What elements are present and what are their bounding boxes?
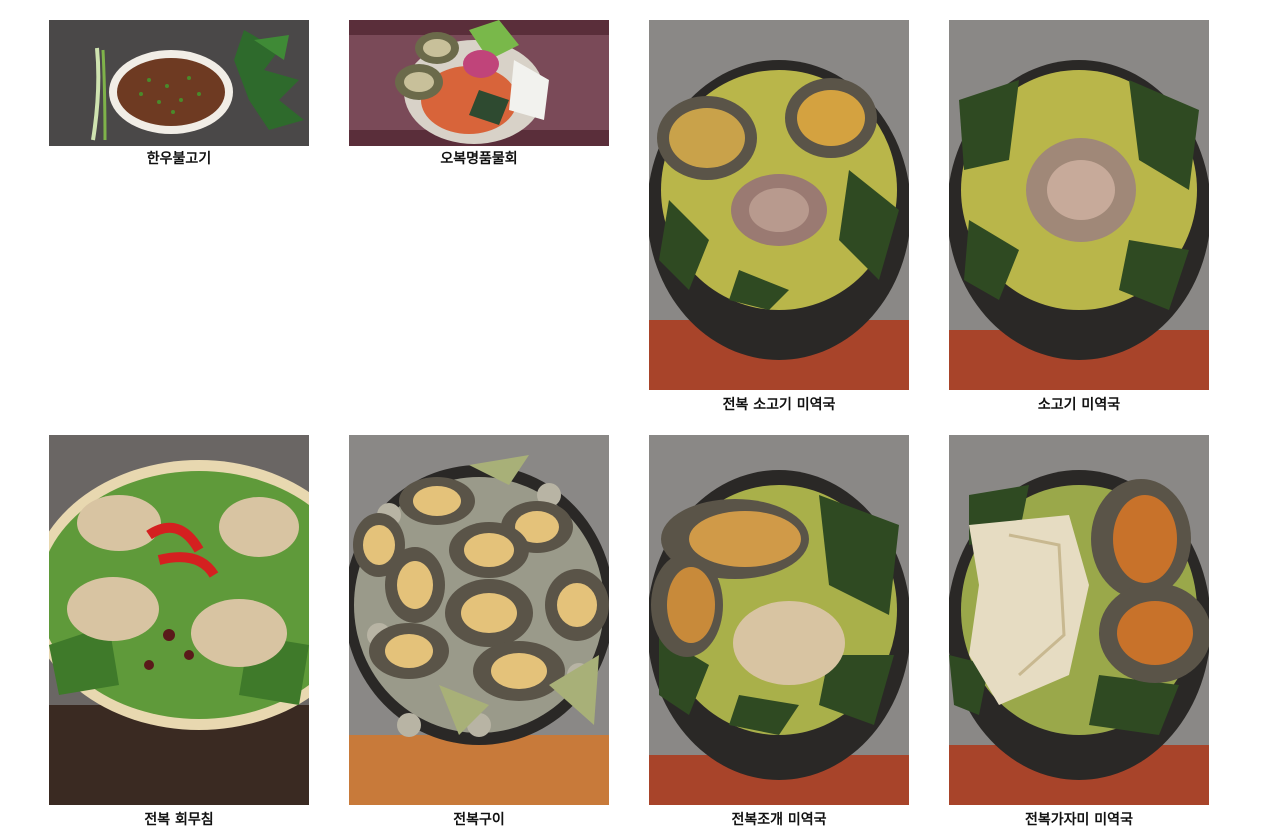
gallery-item-abalone-flounder-soup[interactable]: 전복가자미 미역국 bbox=[949, 435, 1209, 830]
menu-item-name: 전복 소고기 미역국 bbox=[722, 397, 836, 413]
menu-item-name: 전복구이 bbox=[453, 812, 505, 828]
gallery-item-grilled-abalone[interactable]: 전복구이 bbox=[349, 435, 609, 830]
menu-item-name: 전복 회무침 bbox=[144, 812, 214, 828]
menu-item-name: 전복가자미 미역국 bbox=[1025, 812, 1133, 828]
abalone-salad-photo[interactable] bbox=[49, 435, 309, 805]
bulgogi-photo[interactable] bbox=[49, 20, 309, 146]
gallery-item-abalone-beef-soup[interactable]: 전복 소고기 미역국 bbox=[649, 20, 909, 420]
menu-item-name: 소고기 미역국 bbox=[1037, 397, 1121, 413]
gallery-item-beef-soup[interactable]: 소고기 미역국 bbox=[949, 20, 1209, 420]
gallery-item-bulgogi[interactable]: 한우불고기 bbox=[49, 20, 309, 170]
abalone-clam-seaweed-soup-photo[interactable] bbox=[649, 435, 909, 805]
gallery-item-abalone-clam-soup[interactable]: 전복조개 미역국 bbox=[649, 435, 909, 830]
gallery-item-abalone-salad[interactable]: 전복 회무침 bbox=[49, 435, 309, 830]
beef-seaweed-soup-photo[interactable] bbox=[949, 20, 1209, 390]
menu-item-name: 오복명품물회 bbox=[440, 151, 518, 167]
gallery-item-mulhoe[interactable]: 오복명품물회 bbox=[349, 20, 609, 170]
menu-item-name: 한우불고기 bbox=[146, 151, 212, 167]
abalone-flounder-seaweed-soup-photo[interactable] bbox=[949, 435, 1209, 805]
abalone-beef-seaweed-soup-photo[interactable] bbox=[649, 20, 909, 390]
mulhoe-photo[interactable] bbox=[349, 20, 609, 146]
menu-item-name: 전복조개 미역국 bbox=[731, 812, 827, 828]
grilled-abalone-photo[interactable] bbox=[349, 435, 609, 805]
